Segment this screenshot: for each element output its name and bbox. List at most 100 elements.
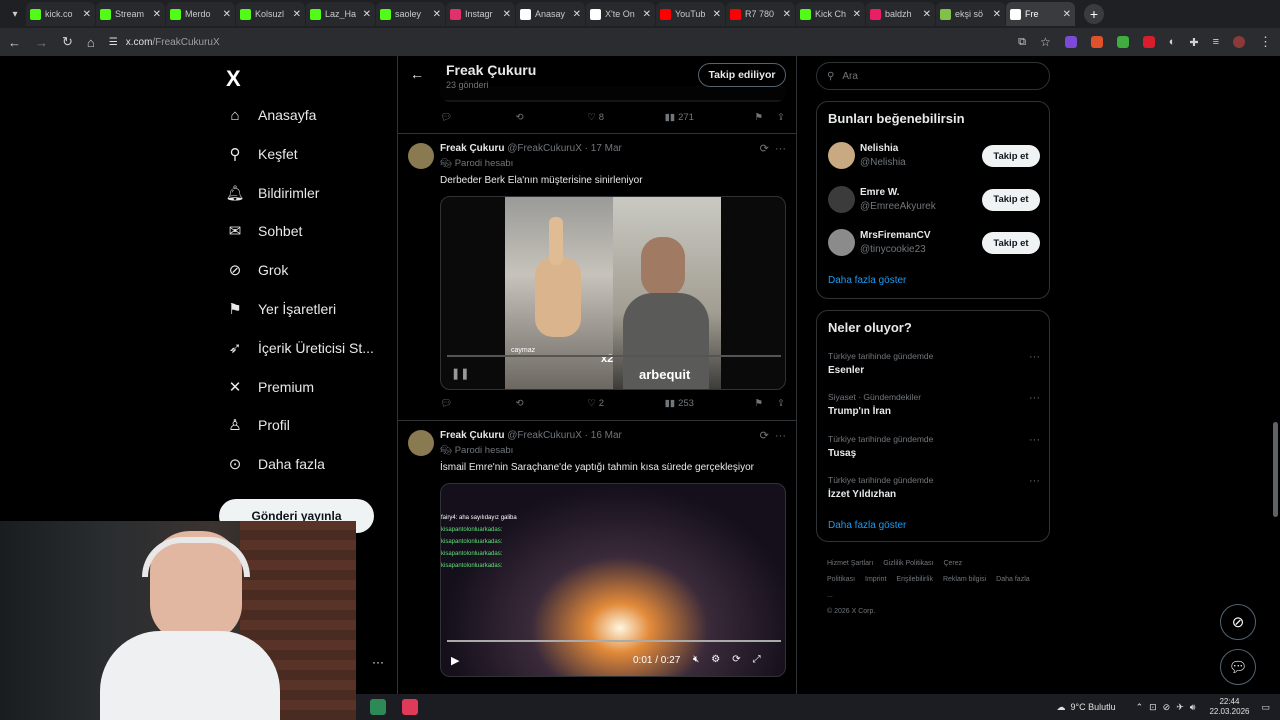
browser-tab[interactable]: Stream ✕ bbox=[96, 2, 165, 26]
trend-item[interactable]: Türkiye tarihinde gündemde Tusaş ··· bbox=[828, 434, 1040, 459]
trend-item[interactable]: Türkiye tarihinde gündemde İzzet Yıldızha… bbox=[828, 475, 1040, 500]
show-more-link[interactable]: Daha fazla göster bbox=[828, 275, 906, 286]
video-player[interactable]: caymaz x2 arbequit ❚❚ bbox=[440, 196, 786, 390]
reply-icon[interactable]: 💬︎ bbox=[440, 398, 455, 409]
tab-close-icon[interactable]: ✕ bbox=[923, 9, 931, 20]
share-icon[interactable]: ⇪ bbox=[777, 112, 785, 123]
nav-item-grok[interactable]: ⊘ Grok bbox=[226, 261, 289, 279]
back-icon[interactable]: ← bbox=[8, 35, 21, 50]
bookmark-icon[interactable]: ⚑ bbox=[755, 112, 764, 123]
more-options-icon[interactable]: ⟳ ··· bbox=[760, 142, 786, 155]
tab-close-icon[interactable]: ✕ bbox=[223, 9, 231, 20]
suggestion-item[interactable]: Emre W. @EmreeAkyurek Takip et bbox=[828, 185, 1040, 216]
footer-link[interactable]: Erişilebilirlik bbox=[896, 576, 933, 583]
footer-link[interactable]: Hizmet Şartları bbox=[827, 560, 873, 567]
adblock-icon[interactable] bbox=[1142, 36, 1155, 48]
puzzle-icon[interactable]: ✚ bbox=[1189, 36, 1198, 49]
search-input[interactable]: ⚲ Ara bbox=[816, 62, 1050, 90]
nav-item-more-circle[interactable]: ⊙ Daha fazla bbox=[226, 455, 325, 473]
url-field[interactable]: ☰ x.com/FreakCukuruX bbox=[109, 31, 1004, 53]
tab-close-icon[interactable]: ✕ bbox=[363, 9, 371, 20]
retweet-icon[interactable]: ⟲ bbox=[516, 398, 527, 409]
trend-more-icon[interactable]: ··· bbox=[1029, 392, 1040, 404]
footer-link[interactable]: Gizlilik Politikası bbox=[883, 560, 933, 567]
follow-button[interactable]: Takip et bbox=[982, 188, 1040, 211]
tweet-author[interactable]: Freak Çukuru @FreakCukuruX · 16 Mar bbox=[440, 430, 622, 441]
reload-icon[interactable]: ↻ bbox=[62, 34, 73, 50]
browser-tab[interactable]: Kick Ch ✕ bbox=[796, 2, 865, 26]
back-arrow-icon[interactable]: ← bbox=[410, 66, 424, 82]
browser-tab[interactable]: Merdo ✕ bbox=[166, 2, 235, 26]
video-progress[interactable] bbox=[447, 640, 781, 642]
retweet-icon[interactable]: ⟲ bbox=[516, 112, 527, 123]
follow-button[interactable]: Takip et bbox=[982, 145, 1040, 167]
tab-close-icon[interactable]: ✕ bbox=[293, 9, 301, 20]
tweet[interactable]: Freak Çukuru @FreakCukuruX · 17 Mar ⟳ ··… bbox=[398, 133, 796, 421]
browser-tab[interactable]: baldzh ✕ bbox=[866, 2, 935, 26]
new-tab-button[interactable]: + bbox=[1084, 4, 1104, 24]
footer-link[interactable]: Imprint bbox=[865, 576, 886, 583]
app-icon[interactable] bbox=[370, 699, 386, 715]
tab-close-icon[interactable]: ✕ bbox=[713, 9, 721, 20]
tab-close-icon[interactable]: ✕ bbox=[993, 9, 1001, 20]
x-logo[interactable]: X bbox=[226, 66, 241, 92]
tab-close-icon[interactable]: ✕ bbox=[153, 9, 161, 20]
browser-tab[interactable]: ekşi sö ✕ bbox=[936, 2, 1005, 26]
suggestion-item[interactable]: MrsFiremanCV @tinycookie23 Takip et bbox=[828, 229, 1040, 259]
browser-tab[interactable]: YouTub ✕ bbox=[656, 2, 725, 26]
tab-close-icon[interactable]: ✕ bbox=[503, 9, 511, 20]
forward-icon[interactable]: → bbox=[35, 35, 48, 50]
home-browser-icon[interactable]: ⌂ bbox=[87, 35, 95, 50]
nav-item-rocket[interactable]: ➶ İçerik Üreticisi St... bbox=[226, 339, 374, 357]
clock[interactable]: 22:44 22.03.2026 bbox=[1209, 697, 1249, 717]
avatar[interactable] bbox=[828, 229, 855, 256]
site-info-icon[interactable]: ☰ bbox=[109, 37, 118, 48]
more-icon[interactable]: ··· bbox=[372, 655, 384, 669]
show-more-link[interactable]: Daha fazla göster bbox=[828, 520, 906, 531]
avatar[interactable] bbox=[408, 143, 434, 169]
browser-tab[interactable]: Fre ✕ bbox=[1006, 2, 1075, 26]
tweet[interactable]: Freak Çukuru @FreakCukuruX · 16 Mar ⟳ ··… bbox=[398, 420, 796, 720]
views-icon[interactable]: ▮▮ 271 bbox=[665, 112, 694, 123]
browser-tab[interactable]: saoley ✕ bbox=[376, 2, 445, 26]
play-icon[interactable]: ▶ bbox=[451, 654, 459, 667]
trend-more-icon[interactable]: ··· bbox=[1029, 434, 1040, 446]
views-icon[interactable]: ▮▮ 253 bbox=[665, 398, 694, 409]
messages-fab-icon[interactable]: 💬︎ bbox=[1220, 649, 1256, 685]
browser-tab[interactable]: Anasay ✕ bbox=[516, 2, 585, 26]
nav-item-home[interactable]: ⌂ Anasayfa bbox=[226, 106, 316, 124]
install-icon[interactable]: ⧉ bbox=[1018, 36, 1026, 49]
nav-item-search[interactable]: ⚲ Keşfet bbox=[226, 145, 298, 163]
tab-close-icon[interactable]: ✕ bbox=[573, 9, 581, 20]
trend-item[interactable]: Türkiye tarihinde gündemde Esenler ··· bbox=[828, 351, 1040, 376]
tab-close-icon[interactable]: ✕ bbox=[433, 9, 441, 20]
tab-close-icon[interactable]: ✕ bbox=[1063, 9, 1071, 20]
avatar[interactable] bbox=[828, 142, 855, 169]
tray-icons[interactable]: ⌃⊡⊘✈🔊︎ bbox=[1136, 702, 1202, 713]
share-icon[interactable]: ⇪ bbox=[777, 398, 785, 409]
tab-close-icon[interactable]: ✕ bbox=[783, 9, 791, 20]
notification-icon[interactable]: ▭ bbox=[1261, 702, 1270, 713]
footer-link[interactable]: Reklam bilgisi bbox=[943, 576, 986, 583]
video-player[interactable]: fairy4: aha sayılıdayız galiba kisapanto… bbox=[440, 483, 786, 677]
extension-icon[interactable]: ◐ bbox=[1169, 36, 1176, 48]
follow-button[interactable]: Takip et bbox=[982, 232, 1040, 254]
app-icon[interactable] bbox=[402, 699, 418, 715]
media-control-icon[interactable]: ≡ bbox=[1213, 36, 1219, 48]
browser-tab[interactable]: X'te On ✕ bbox=[586, 2, 655, 26]
tab-search-icon[interactable]: ▾ bbox=[4, 3, 26, 25]
tab-close-icon[interactable]: ✕ bbox=[83, 9, 91, 20]
trend-more-icon[interactable]: ··· bbox=[1029, 475, 1040, 487]
bookmark-icon[interactable]: ⚑ bbox=[755, 398, 764, 409]
tweet-author[interactable]: Freak Çukuru @FreakCukuruX · 17 Mar bbox=[440, 143, 622, 154]
nav-item-bell[interactable]: 🔔︎ Bildirimler bbox=[225, 184, 319, 202]
browser-tab[interactable]: kick.co ✕ bbox=[26, 2, 95, 26]
trend-more-icon[interactable]: ··· bbox=[1029, 351, 1040, 363]
tab-close-icon[interactable]: ✕ bbox=[643, 9, 651, 20]
more-options-icon[interactable]: ⟳ ··· bbox=[760, 429, 786, 442]
extension-icon[interactable] bbox=[1090, 36, 1103, 48]
nav-item-x[interactable]: ✕ Premium bbox=[226, 378, 314, 396]
nav-item-mail[interactable]: ✉ Sohbet bbox=[226, 222, 303, 240]
profile-avatar[interactable] bbox=[1233, 36, 1245, 48]
nav-item-bookmark[interactable]: ⚑ Yer İşaretleri bbox=[226, 300, 336, 318]
